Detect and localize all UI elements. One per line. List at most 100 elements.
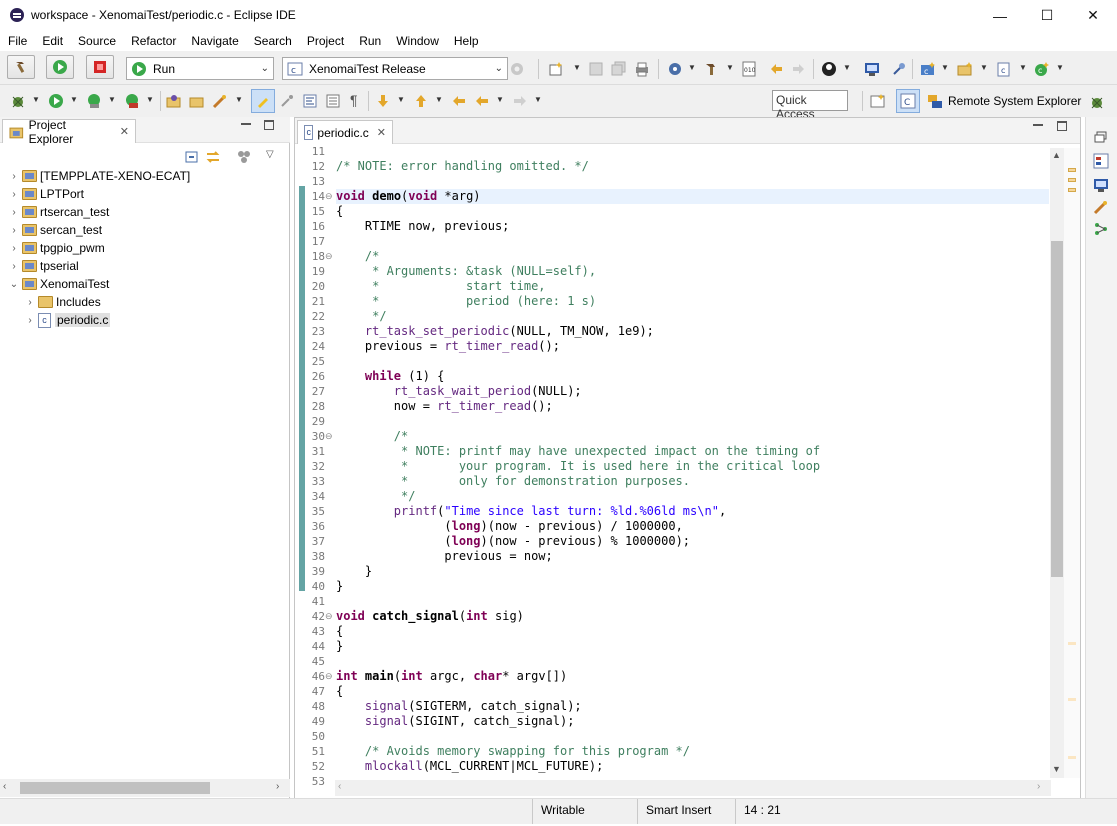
coverage-dropdown-icon[interactable]: ▼: [108, 95, 116, 104]
code-line[interactable]: * period (here: 1 s): [336, 294, 596, 309]
run-dropdown-icon[interactable]: ▼: [70, 95, 78, 104]
debug-perspective-icon[interactable]: [1089, 94, 1105, 110]
new-c-project-icon[interactable]: c: [920, 61, 936, 77]
code-line[interactable]: signal(SIGTERM, catch_signal);: [336, 699, 582, 714]
code-line[interactable]: * Arguments: &task (NULL=self),: [336, 264, 596, 279]
menu-project[interactable]: Project: [299, 31, 351, 51]
launch-mode-select[interactable]: Run ⌄: [126, 57, 274, 80]
chevron-up-icon[interactable]: ▲: [1052, 150, 1061, 160]
code-line[interactable]: int main(int argc, char* argv[]): [336, 669, 567, 684]
code-line[interactable]: now = rt_timer_read();: [336, 399, 553, 414]
code-line[interactable]: previous = rt_timer_read();: [336, 339, 560, 354]
close-window-button[interactable]: ✕: [1070, 0, 1116, 31]
occurrence-marker[interactable]: [1068, 698, 1076, 701]
horizontal-scrollbar[interactable]: ‹ ›: [335, 780, 1051, 796]
code-line[interactable]: while (1) {: [336, 369, 444, 384]
menu-edit[interactable]: Edit: [34, 31, 70, 51]
link-with-editor-icon[interactable]: [205, 149, 221, 165]
code-line[interactable]: RTIME now, previous;: [336, 219, 510, 234]
quick-access-input[interactable]: Quick Access: [772, 90, 848, 121]
c-cpp-perspective-button[interactable]: C: [896, 89, 920, 113]
new-folder-dropdown-icon[interactable]: ▼: [980, 63, 988, 72]
new-source-file-icon[interactable]: c: [996, 61, 1012, 77]
code-line[interactable]: }: [336, 564, 372, 579]
outline-icon[interactable]: [1093, 153, 1109, 169]
binary-icon[interactable]: 010: [741, 61, 757, 77]
code-line[interactable]: * NOTE: printf may have unexpected impac…: [336, 444, 820, 459]
user-dropdown-icon[interactable]: ▼: [843, 63, 851, 72]
scrollbar-thumb[interactable]: [1051, 241, 1063, 577]
tree-item[interactable]: › tpserial: [8, 257, 78, 275]
toggle-block-selection-icon[interactable]: [279, 93, 295, 109]
code-line[interactable]: /* NOTE: error handling omitted. */: [336, 159, 589, 174]
chevron-right-icon[interactable]: ›: [8, 207, 20, 218]
new-file-dropdown-icon[interactable]: ▼: [1019, 63, 1027, 72]
code-line[interactable]: /* Avoids memory swapping for this progr…: [336, 744, 690, 759]
previous-annotation-icon[interactable]: [413, 93, 429, 109]
horizontal-scrollbar[interactable]: ‹ ›: [0, 779, 290, 797]
remote-system-explorer-perspective-button[interactable]: Remote System Explorer: [948, 94, 1081, 108]
code-line[interactable]: /*: [336, 249, 379, 264]
new-project-dropdown-icon[interactable]: ▼: [941, 63, 949, 72]
overview-ruler[interactable]: [1064, 148, 1080, 778]
code-line[interactable]: rt_task_set_periodic(NULL, TM_NOW, 1e9);: [336, 324, 654, 339]
debug-icon[interactable]: [10, 93, 26, 109]
word-wrap-icon[interactable]: [302, 93, 318, 109]
chevron-left-icon[interactable]: ‹: [3, 781, 6, 792]
external-tools-dropdown-icon[interactable]: ▼: [146, 95, 154, 104]
minimize-view-icon[interactable]: [1033, 124, 1043, 126]
chevron-right-icon[interactable]: ›: [8, 225, 20, 236]
code-line[interactable]: }: [336, 579, 343, 594]
code-line[interactable]: printf("Time since last turn: %ld.%06ld …: [336, 504, 726, 519]
open-folder-icon[interactable]: [189, 93, 205, 109]
tasks-icon[interactable]: [1093, 199, 1109, 215]
next-annotation-dropdown-icon[interactable]: ▼: [397, 95, 405, 104]
code-line[interactable]: */: [336, 309, 386, 324]
new-folder-icon[interactable]: [957, 61, 973, 77]
user-icon[interactable]: [821, 61, 837, 77]
code-line[interactable]: {: [336, 204, 343, 219]
code-line[interactable]: {: [336, 624, 343, 639]
tab-periodic-c[interactable]: c periodic.c ✕: [297, 120, 393, 144]
code-line[interactable]: (long)(now - previous) % 1000000);: [336, 534, 690, 549]
last-edit-location-icon[interactable]: [451, 93, 467, 109]
menu-help[interactable]: Help: [446, 31, 486, 51]
chevron-down-icon[interactable]: ⌄: [8, 279, 20, 290]
maximize-view-icon[interactable]: [264, 120, 274, 130]
code-area[interactable]: /* NOTE: error handling omitted. */ void …: [295, 144, 1049, 776]
new-class-icon[interactable]: c: [1034, 61, 1050, 77]
chevron-left-icon[interactable]: ‹: [338, 781, 341, 792]
chevron-right-icon[interactable]: ›: [24, 297, 36, 308]
occurrence-marker[interactable]: [1068, 178, 1076, 182]
menu-window[interactable]: Window: [388, 31, 446, 51]
toggle-mark-occurrences-button[interactable]: [251, 89, 275, 113]
code-line[interactable]: * only for demonstration purposes.: [336, 474, 690, 489]
chevron-right-icon[interactable]: ›: [1037, 781, 1040, 792]
view-menu-icon[interactable]: ▽: [266, 149, 274, 160]
occurrence-marker[interactable]: [1068, 168, 1076, 172]
close-icon[interactable]: ✕: [120, 125, 129, 138]
coverage-icon[interactable]: [86, 93, 102, 109]
code-line[interactable]: {: [336, 684, 343, 699]
debug-dropdown-icon[interactable]: ▼: [688, 63, 696, 72]
tree-item[interactable]: › c periodic.c: [24, 311, 111, 329]
hammer-icon[interactable]: [704, 61, 720, 77]
console-icon[interactable]: [1093, 177, 1109, 193]
search-icon[interactable]: [212, 93, 228, 109]
tree-item[interactable]: › rtsercan_test: [8, 203, 109, 221]
tree-item[interactable]: › sercan_test: [8, 221, 102, 239]
back-history-icon[interactable]: [768, 61, 784, 77]
chevron-right-icon[interactable]: ›: [8, 261, 20, 272]
collapse-all-icon[interactable]: [184, 149, 200, 165]
print-icon[interactable]: [634, 61, 650, 77]
tab-project-explorer[interactable]: Project Explorer ✕: [2, 118, 136, 146]
code-line[interactable]: }: [336, 639, 343, 654]
maximize-button[interactable]: ☐: [1024, 0, 1070, 31]
menu-source[interactable]: Source: [70, 31, 123, 51]
back-dropdown-icon[interactable]: ▼: [496, 95, 504, 104]
menu-file[interactable]: File: [0, 31, 34, 51]
tree-item[interactable]: › tpgpio_pwm: [8, 239, 104, 257]
menu-search[interactable]: Search: [246, 31, 299, 51]
next-annotation-icon[interactable]: [375, 93, 391, 109]
code-line[interactable]: (long)(now - previous) / 1000000,: [336, 519, 682, 534]
